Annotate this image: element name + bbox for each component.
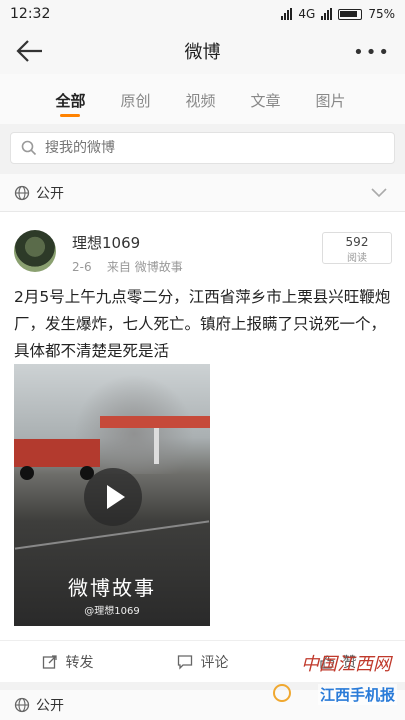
globe-icon — [14, 185, 30, 200]
watermark-app-name: 江西手机报 — [317, 684, 397, 705]
privacy-label: 公开 — [36, 185, 64, 202]
back-arrow-icon[interactable] — [14, 38, 44, 64]
comment-button[interactable]: 评论 — [135, 652, 270, 672]
chevron-down-icon[interactable] — [369, 182, 389, 202]
corner-watermark: 中国江西网 江西手机报 — [269, 646, 397, 712]
more-options-icon[interactable]: ••• — [353, 42, 391, 63]
comment-label: 评论 — [200, 654, 229, 671]
play-icon[interactable] — [84, 468, 142, 526]
tab-video[interactable]: 视频 — [168, 74, 233, 124]
watermark-logo-icon — [273, 684, 291, 702]
post-username[interactable]: 理想1069 — [72, 232, 140, 253]
search-bar — [0, 124, 405, 174]
status-bar: 12:32 4G 75% — [0, 0, 405, 28]
search-icon — [21, 140, 37, 156]
avatar[interactable] — [14, 230, 56, 272]
truck-wheel — [20, 466, 34, 480]
repost-button[interactable]: 转发 — [0, 652, 135, 672]
watermark-site-name: 中国江西网 — [301, 654, 391, 675]
video-thumbnail[interactable]: 微博故事 @理想1069 — [14, 364, 210, 626]
video-watermark: 微博故事 — [68, 576, 156, 600]
tab-article[interactable]: 文章 — [233, 74, 298, 124]
cell-signal-icon — [321, 8, 333, 20]
tab-all[interactable]: 全部 — [38, 74, 103, 124]
wifi-signal-icon — [281, 8, 293, 20]
filter-tabs: 全部 原创 视频 文章 图片 — [0, 74, 405, 124]
read-count: 592 — [345, 235, 369, 249]
network-type: 4G — [298, 7, 316, 21]
battery-icon — [338, 8, 363, 20]
post-card: 理想1069 2-6 来自 微博故事 592 阅读 2月5号上午九点零二分，江西… — [0, 212, 405, 682]
canopy-post — [154, 428, 159, 464]
repost-icon — [42, 654, 57, 669]
globe-icon — [14, 697, 30, 713]
gas-station-canopy — [100, 416, 210, 428]
tab-pictures[interactable]: 图片 — [298, 74, 363, 124]
tab-original[interactable]: 原创 — [103, 74, 168, 124]
search-box[interactable] — [10, 132, 395, 164]
comment-icon — [177, 654, 192, 670]
post-text: 2月5号上午九点零二分，江西省萍乡市上栗县兴旺鞭炮厂，发生爆炸，七人死亡。镇府上… — [14, 288, 391, 360]
post-date: 2-6 — [72, 260, 92, 274]
privacy-filter[interactable]: 公开 — [0, 174, 405, 212]
search-input[interactable] — [45, 140, 345, 156]
read-count-badge: 592 阅读 — [322, 232, 392, 264]
video-handle: @理想1069 — [84, 606, 140, 617]
repost-label: 转发 — [65, 654, 94, 671]
nav-bar: 微博 ••• — [0, 28, 405, 74]
privacy-label-next: 公开 — [36, 698, 64, 714]
page-title: 微博 — [184, 42, 221, 63]
battery-level: 75% — [368, 7, 395, 21]
status-icons: 4G 75% — [281, 7, 395, 21]
post-meta: 2-6 来自 微博故事 — [72, 258, 183, 275]
read-label: 阅读 — [347, 253, 367, 264]
truck — [14, 439, 100, 467]
status-time: 12:32 — [10, 6, 51, 22]
post-source[interactable]: 来自 微博故事 — [107, 260, 183, 274]
